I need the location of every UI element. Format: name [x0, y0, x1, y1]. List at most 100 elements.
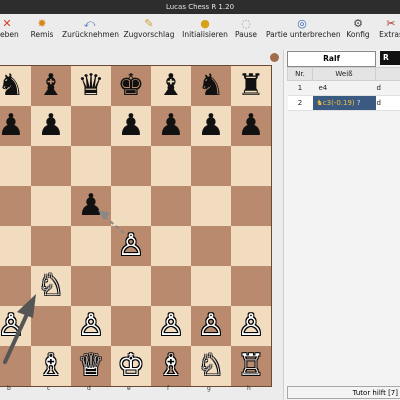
- board-square[interactable]: ♞: [0, 66, 31, 106]
- white-move[interactable]: e4: [312, 80, 376, 96]
- moves-table[interactable]: Nr. Weiß 1 e4 d 2 ♞c3(-0.19) ? d: [287, 67, 400, 111]
- chess-piece[interactable]: ♟: [0, 108, 24, 143]
- draw-button[interactable]: ✸ Remis: [28, 18, 56, 48]
- board-square[interactable]: ♞: [191, 66, 231, 106]
- board-square[interactable]: [31, 146, 71, 186]
- board-square[interactable]: ♟: [31, 106, 71, 146]
- board-square[interactable]: [151, 186, 191, 226]
- board-square[interactable]: [31, 306, 71, 346]
- chess-piece[interactable]: ♖: [238, 348, 265, 383]
- pause-button[interactable]: ◌ Pause: [233, 18, 259, 48]
- board-square[interactable]: [0, 346, 31, 386]
- extras-button[interactable]: ✂ Extras: [377, 18, 400, 48]
- board-square[interactable]: ♚: [111, 66, 151, 106]
- board-square[interactable]: [71, 266, 111, 306]
- board-square[interactable]: [0, 266, 31, 306]
- hint-button[interactable]: ✎ Zugvorschlag: [123, 18, 175, 48]
- board-square[interactable]: [111, 186, 151, 226]
- board-square[interactable]: [191, 186, 231, 226]
- chess-piece[interactable]: ♙: [118, 228, 145, 263]
- board-square[interactable]: [31, 186, 71, 226]
- chess-piece[interactable]: ♙: [0, 308, 24, 343]
- chess-piece[interactable]: ♟: [78, 188, 105, 223]
- board-square[interactable]: [231, 226, 271, 266]
- chess-piece[interactable]: ♛: [78, 68, 105, 103]
- tutor-button[interactable]: Tutor hilft [7]: [287, 386, 400, 399]
- board-square[interactable]: [191, 266, 231, 306]
- chess-piece[interactable]: ♙: [198, 308, 225, 343]
- board-square[interactable]: ♜: [231, 66, 271, 106]
- black-move[interactable]: d: [375, 80, 400, 96]
- board-square[interactable]: [191, 146, 231, 186]
- board-square[interactable]: ♖: [231, 346, 271, 386]
- board-square[interactable]: [111, 146, 151, 186]
- board-square[interactable]: [71, 226, 111, 266]
- board-square[interactable]: [31, 226, 71, 266]
- board-square[interactable]: ♔: [111, 346, 151, 386]
- chess-piece[interactable]: ♙: [78, 308, 105, 343]
- board-square[interactable]: [151, 226, 191, 266]
- board-square[interactable]: ♟: [111, 106, 151, 146]
- board-square[interactable]: ♙: [0, 306, 31, 346]
- chess-piece[interactable]: ♟: [238, 108, 265, 143]
- board-square[interactable]: [231, 186, 271, 226]
- chess-piece[interactable]: ♞: [0, 68, 24, 103]
- board-square[interactable]: ♗: [31, 346, 71, 386]
- board-square[interactable]: ♟: [71, 186, 111, 226]
- board-square[interactable]: [151, 266, 191, 306]
- board-square[interactable]: ♙: [111, 226, 151, 266]
- board-square[interactable]: ♟: [151, 106, 191, 146]
- board-square[interactable]: [71, 146, 111, 186]
- chess-piece[interactable]: ♟: [38, 108, 65, 143]
- board-square[interactable]: [71, 106, 111, 146]
- chess-piece[interactable]: ♚: [118, 68, 145, 103]
- board-square[interactable]: [0, 226, 31, 266]
- board-square[interactable]: [0, 186, 31, 226]
- chess-piece[interactable]: ♔: [118, 348, 145, 383]
- table-row[interactable]: 1 e4 d: [287, 80, 400, 96]
- board-square[interactable]: [111, 266, 151, 306]
- chess-piece[interactable]: ♟: [118, 108, 145, 143]
- board-square[interactable]: ♙: [71, 306, 111, 346]
- chess-piece[interactable]: ♟: [198, 108, 225, 143]
- chess-piece[interactable]: ♜: [238, 68, 265, 103]
- chess-piece[interactable]: ♝: [38, 68, 65, 103]
- takeback-button[interactable]: ⤺ Zurücknehmen: [62, 18, 119, 48]
- board-square[interactable]: ♕: [71, 346, 111, 386]
- board-square[interactable]: ♙: [151, 306, 191, 346]
- board-square[interactable]: [231, 266, 271, 306]
- chess-piece[interactable]: ♗: [158, 348, 185, 383]
- table-row[interactable]: 2 ♞c3(-0.19) ? d: [287, 95, 400, 111]
- white-move-selected[interactable]: ♞c3(-0.19) ?: [312, 95, 376, 111]
- board-square[interactable]: [0, 146, 31, 186]
- chess-piece[interactable]: ♟: [158, 108, 185, 143]
- board-square[interactable]: ♟: [191, 106, 231, 146]
- board-square[interactable]: [231, 146, 271, 186]
- board-square[interactable]: ♝: [151, 66, 191, 106]
- reinit-button[interactable]: ● Initialisieren: [182, 18, 228, 48]
- board-square[interactable]: [191, 226, 231, 266]
- chess-board[interactable]: ♞ ♝ ♛ ♚ ♝ ♞ ♜ ♟ ♟ ♟ ♟ ♟ ♟ ♟ ♙ ♘ ♙ ♙ ♙ ♙ ♙ ♗ ♕ ♔ ♗ ♘ ♖: [0, 65, 272, 387]
- chess-piece[interactable]: ♞: [198, 68, 225, 103]
- cancel-game-button[interactable]: ◎ Partie unterbrechen: [266, 18, 341, 48]
- config-button[interactable]: ⚙ Konfig: [344, 18, 372, 48]
- board-square[interactable]: ♗: [151, 346, 191, 386]
- chess-piece[interactable]: ♘: [38, 268, 65, 303]
- chess-piece[interactable]: ♙: [158, 308, 185, 343]
- black-move[interactable]: d: [375, 95, 400, 111]
- board-square[interactable]: ♛: [71, 66, 111, 106]
- board-square[interactable]: ♘: [191, 346, 231, 386]
- chess-piece[interactable]: ♕: [78, 348, 105, 383]
- board-square[interactable]: [111, 306, 151, 346]
- board-square[interactable]: ♟: [0, 106, 31, 146]
- board-square[interactable]: [151, 146, 191, 186]
- board-square[interactable]: ♙: [191, 306, 231, 346]
- board-square[interactable]: ♘: [31, 266, 71, 306]
- chess-piece[interactable]: ♗: [38, 348, 65, 383]
- chess-piece[interactable]: ♙: [238, 308, 265, 343]
- board-square[interactable]: ♝: [31, 66, 71, 106]
- chess-piece[interactable]: ♘: [198, 348, 225, 383]
- resign-button[interactable]: ✕ geben: [0, 18, 20, 48]
- chess-piece[interactable]: ♝: [158, 68, 185, 103]
- board-square[interactable]: ♟: [231, 106, 271, 146]
